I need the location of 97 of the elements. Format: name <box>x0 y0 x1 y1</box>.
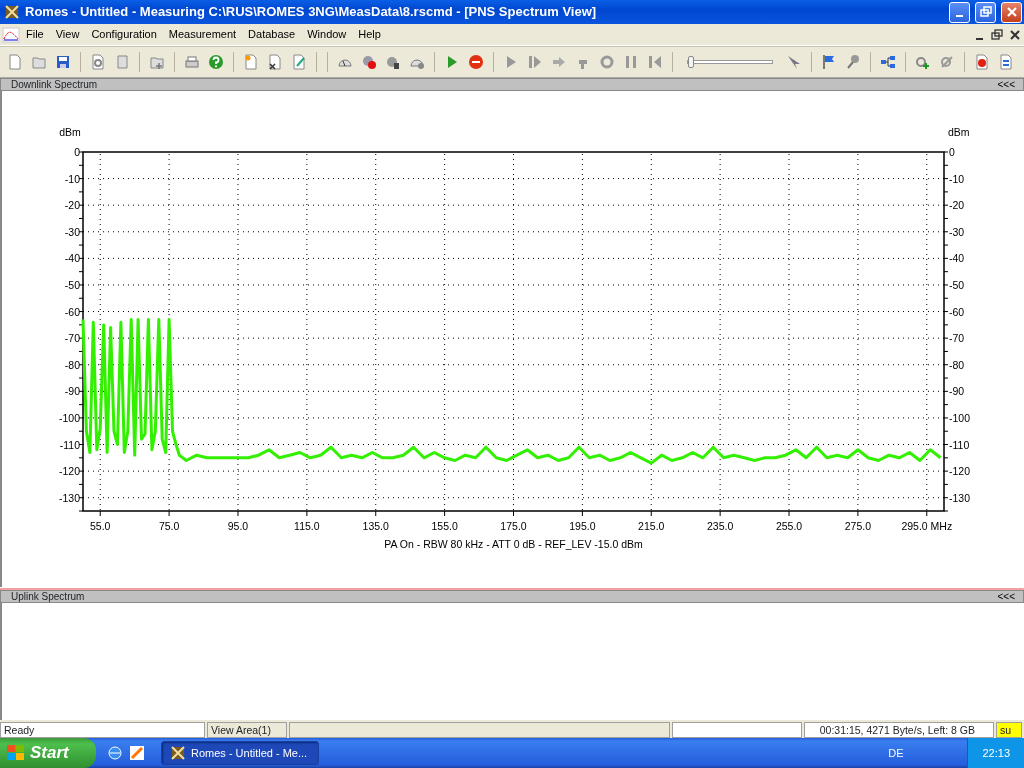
y-tick-label: -100 <box>59 411 80 424</box>
y-tick-label: -20 <box>949 199 965 212</box>
y-tick-label: -10 <box>949 172 965 185</box>
close-button[interactable] <box>1001 1 1022 23</box>
y-tick-label: -130 <box>59 491 80 504</box>
y-tick-label: -60 <box>64 305 80 318</box>
y-tick-label: -80 <box>64 358 80 371</box>
restore-button[interactable] <box>988 26 1006 43</box>
status-text: Ready <box>0 722 205 738</box>
tree-icon[interactable] <box>880 54 896 70</box>
menu-item[interactable]: Configuration <box>85 24 163 45</box>
flag-icon[interactable] <box>821 54 837 70</box>
status-indicator: su <box>996 722 1022 738</box>
x-tick-label: 75.0 <box>158 520 180 532</box>
menu-item[interactable]: Help <box>352 24 387 45</box>
y-tick-label: -80 <box>949 358 965 371</box>
menu-item[interactable]: Measurement <box>162 24 243 45</box>
minimize-icon <box>956 15 963 17</box>
stop-icon[interactable] <box>468 54 484 70</box>
collapse-button[interactable]: <<< <box>997 589 1015 604</box>
cursor-icon[interactable] <box>786 54 802 70</box>
folder-icon[interactable] <box>149 54 165 70</box>
y-tick-label: -50 <box>949 278 965 291</box>
y-axis-unit: dBm <box>59 126 81 138</box>
y-tick-label: -120 <box>59 465 80 478</box>
y-tick-label: -100 <box>949 411 970 424</box>
y-tick-label: -40 <box>64 252 80 265</box>
y-tick-label: -110 <box>949 438 970 451</box>
y-tick-label: -20 <box>64 199 80 212</box>
x-tick-label: 95.0 <box>227 520 249 532</box>
minimize-icon <box>975 38 983 40</box>
browser-icon[interactable] <box>107 745 123 761</box>
y-tick-label: -10 <box>64 172 80 185</box>
new-document-icon[interactable] <box>7 54 23 70</box>
y-tick-label: -90 <box>64 385 80 398</box>
clock: 22:13 <box>982 745 1010 761</box>
app-shortcut-icon[interactable] <box>128 745 145 761</box>
collapse-button[interactable]: <<< <box>997 77 1015 92</box>
slider-thumb[interactable] <box>688 56 694 68</box>
edit-icon[interactable] <box>291 54 307 70</box>
flag-icon <box>6 744 26 762</box>
x-tick-label: 275.0 <box>844 520 872 532</box>
printer-icon[interactable] <box>184 54 200 70</box>
x-tick-label: 175.0 <box>500 520 527 532</box>
x-tick-label: 295.0 MHz <box>901 520 953 532</box>
x-tick-label: 195.0 <box>569 520 596 532</box>
refresh-document-icon[interactable] <box>998 54 1014 70</box>
app-icon <box>170 745 186 761</box>
taskbar-button[interactable]: Romes - Untitled - Me... <box>161 741 319 765</box>
restore-icon <box>977 4 994 20</box>
menu-item[interactable]: Database <box>242 24 302 45</box>
app-icon <box>4 4 20 20</box>
help-icon[interactable] <box>208 54 224 70</box>
y-tick-label: -90 <box>949 385 965 398</box>
status-text: 00:31:15, 4271 Byte/s, Left: 8 GB <box>804 722 994 738</box>
x-tick-label: 255.0 <box>775 520 803 532</box>
restore-icon <box>989 26 1005 43</box>
x-tick-label: 215.0 <box>638 520 665 532</box>
x-axis-caption: PA On - RBW 80 kHz - ATT 0 dB - REF_LEV -15.0 dBm <box>384 538 643 550</box>
y-axis-unit: dBm <box>948 126 970 138</box>
skip-back-icon[interactable] <box>647 54 663 70</box>
language-indicator[interactable]: DE <box>888 744 904 762</box>
y-tick-label: -110 <box>59 438 80 451</box>
y-tick-label: -30 <box>949 225 965 238</box>
x-tick-label: 235.0 <box>707 520 734 532</box>
restore-button[interactable] <box>975 1 996 23</box>
pause-icon[interactable] <box>623 54 639 70</box>
minimize-button[interactable] <box>949 1 970 23</box>
document-icon <box>2 26 20 43</box>
panel-title: Downlink Spectrum <box>11 78 98 92</box>
y-tick-label: -40 <box>949 252 965 265</box>
y-tick-label: -130 <box>949 491 970 504</box>
panel-title: Uplink Spectrum <box>11 590 85 604</box>
x-tick-label: 135.0 <box>362 520 389 532</box>
x-tick-label: 115.0 <box>294 520 320 532</box>
step-forward-icon[interactable] <box>527 54 543 70</box>
link-add-icon[interactable] <box>915 54 931 70</box>
y-tick-label: -60 <box>949 305 965 318</box>
menu-item[interactable]: File <box>20 24 50 45</box>
menu-item[interactable]: View <box>49 24 86 45</box>
new-document-icon[interactable] <box>243 54 259 70</box>
y-tick-label: -30 <box>64 225 80 238</box>
y-tick-label: -120 <box>949 465 970 478</box>
status-text: View Area(1) <box>207 722 287 738</box>
y-tick-label: 0 <box>949 146 955 158</box>
stop-document-icon[interactable] <box>974 54 990 70</box>
arrow-icon[interactable] <box>551 54 567 70</box>
y-tick-label: 0 <box>74 146 80 158</box>
x-tick-label: 55.0 <box>90 520 111 532</box>
save-icon[interactable] <box>55 54 71 70</box>
delete-document-icon[interactable] <box>267 54 283 70</box>
y-tick-label: -50 <box>64 278 80 291</box>
y-tick-label: -70 <box>64 332 80 345</box>
window-title: Romes - Untitled - Measuring C:\RUS\ROMES 3NG\MeasData\8.rscmd - [PNS Spectrum View] <box>25 3 598 22</box>
menu-item[interactable]: Window <box>301 24 353 45</box>
y-tick-label: -70 <box>949 332 965 345</box>
x-tick-label: 155.0 <box>431 520 458 532</box>
